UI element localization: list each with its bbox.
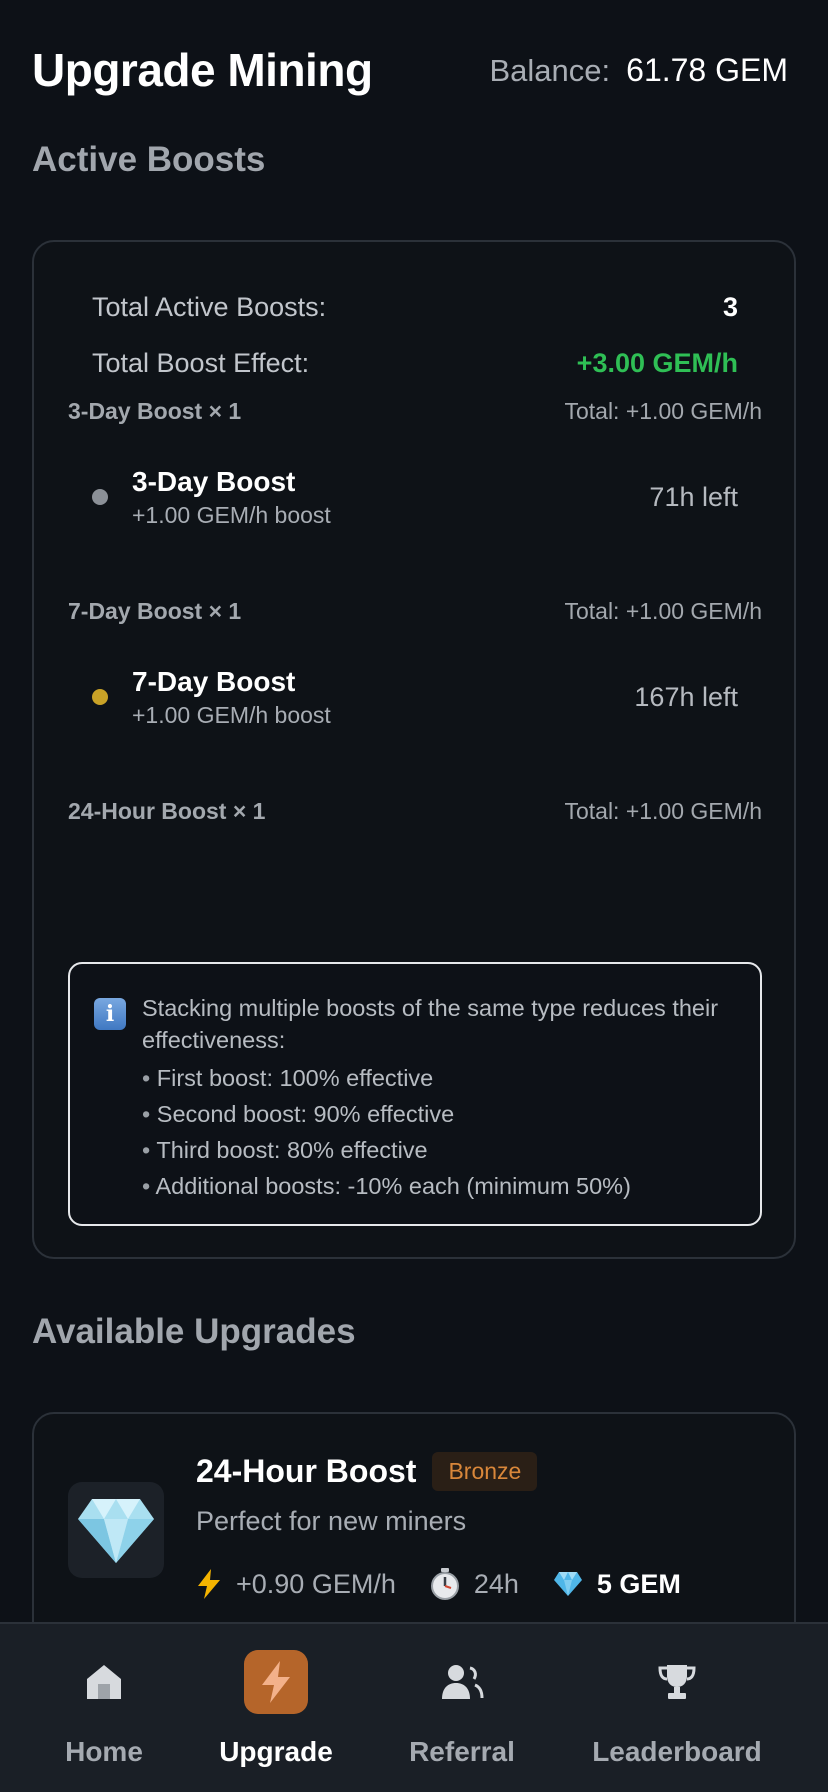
upgrade-description: Perfect for new miners — [196, 1506, 467, 1536]
nav-label-home: Home — [65, 1736, 143, 1767]
diamond-icon — [68, 1482, 164, 1578]
price-stat: 5 GEM — [553, 1569, 681, 1600]
total-active-boosts-row: Total Active Boosts: 3 — [92, 292, 738, 323]
status-dot — [92, 689, 108, 705]
upgrade-stats: +0.90 GEM/h 24h 5 GEM — [196, 1568, 715, 1600]
boost-group-title: 24-Hour Boost × 1 — [68, 797, 266, 824]
page-title: Upgrade Mining — [32, 44, 373, 96]
tier-badge: Bronze — [432, 1452, 538, 1491]
total-boost-effect-value: +3.00 GEM/h — [576, 348, 738, 378]
trophy-icon — [645, 1650, 709, 1714]
nav-item-leaderboard[interactable]: Leaderboard — [582, 1624, 772, 1792]
lightning-icon — [244, 1650, 308, 1714]
info-intro: Stacking multiple boosts of the same typ… — [142, 995, 719, 1053]
boost-name: 7-Day Boost — [132, 665, 296, 697]
header: Upgrade Mining Balance: 61.78 GEM — [32, 40, 796, 100]
nav-item-referral[interactable]: Referral — [392, 1624, 532, 1792]
lightning-icon — [196, 1569, 222, 1599]
active-boost-item: 3-Day Boost +1.00 GEM/h boost 71h left — [92, 462, 738, 532]
nav-label-referral: Referral — [409, 1736, 515, 1767]
price-value: 5 GEM — [596, 1568, 681, 1599]
gem-icon — [553, 1571, 583, 1597]
boost-group-header: 7-Day Boost × 1 Total: +1.00 GEM/h — [68, 596, 762, 626]
info-icon: i — [94, 998, 126, 1030]
total-active-boosts-label: Total Active Boosts: — [92, 292, 327, 322]
boost-group-total: Total: +1.00 GEM/h — [564, 797, 762, 824]
stopwatch-icon — [430, 1568, 460, 1600]
boost-rate: +1.00 GEM/h boost — [132, 701, 331, 728]
bottom-nav: Home Upgrade Referral Leaderboard — [0, 1622, 828, 1792]
boost-time-left: 167h left — [634, 681, 738, 712]
total-active-boosts-value: 3 — [722, 292, 738, 322]
boost-group-header: 3-Day Boost × 1 Total: +1.00 GEM/h — [68, 396, 762, 426]
nav-item-upgrade[interactable]: Upgrade — [206, 1624, 346, 1792]
rate-value: +0.90 GEM/h — [236, 1568, 396, 1599]
balance: Balance: 61.78 GEM — [490, 52, 789, 89]
boost-rate: +1.00 GEM/h boost — [132, 501, 331, 528]
info-point: Additional boosts: -10% each (minimum 50… — [142, 1168, 730, 1204]
boost-group-title: 7-Day Boost × 1 — [68, 597, 242, 624]
boost-name: 3-Day Boost — [132, 465, 296, 497]
nav-item-home[interactable]: Home — [40, 1624, 168, 1792]
home-icon — [72, 1650, 136, 1714]
info-points: First boost: 100% effective Second boost… — [142, 1060, 730, 1204]
stacking-info-box: i Stacking multiple boosts of the same t… — [68, 962, 762, 1226]
info-point: First boost: 100% effective — [142, 1060, 730, 1096]
duration-stat: 24h — [430, 1568, 519, 1600]
status-dot — [92, 489, 108, 505]
upgrade-name: 24-Hour Boost — [196, 1453, 417, 1489]
boost-group-total: Total: +1.00 GEM/h — [564, 597, 762, 624]
balance-value: 61.78 GEM — [626, 51, 788, 88]
available-upgrades-title: Available Upgrades — [32, 1312, 356, 1351]
balance-label: Balance: — [489, 52, 611, 88]
total-boost-effect-label: Total Boost Effect: — [92, 348, 310, 378]
active-boosts-title: Active Boosts — [32, 140, 266, 179]
boost-group-total: Total: +1.00 GEM/h — [564, 397, 762, 424]
total-boost-effect-row: Total Boost Effect: +3.00 GEM/h — [92, 348, 738, 379]
boost-group-title: 3-Day Boost × 1 — [68, 397, 242, 424]
rate-stat: +0.90 GEM/h — [196, 1569, 396, 1600]
active-boosts-card: Total Active Boosts: 3 Total Boost Effec… — [32, 240, 796, 1259]
users-icon — [430, 1650, 494, 1714]
active-boost-item: 7-Day Boost +1.00 GEM/h boost 167h left — [92, 662, 738, 732]
upgrade-screen: Upgrade Mining Balance: 61.78 GEM Active… — [0, 0, 828, 1792]
duration-value: 24h — [473, 1568, 519, 1599]
boost-time-left: 71h left — [649, 481, 738, 512]
info-point: Third boost: 80% effective — [142, 1132, 730, 1168]
nav-label-leaderboard: Leaderboard — [592, 1736, 762, 1767]
boost-group-header: 24-Hour Boost × 1 Total: +1.00 GEM/h — [68, 796, 762, 826]
nav-label-upgrade: Upgrade — [219, 1736, 333, 1767]
info-point: Second boost: 90% effective — [142, 1096, 730, 1132]
